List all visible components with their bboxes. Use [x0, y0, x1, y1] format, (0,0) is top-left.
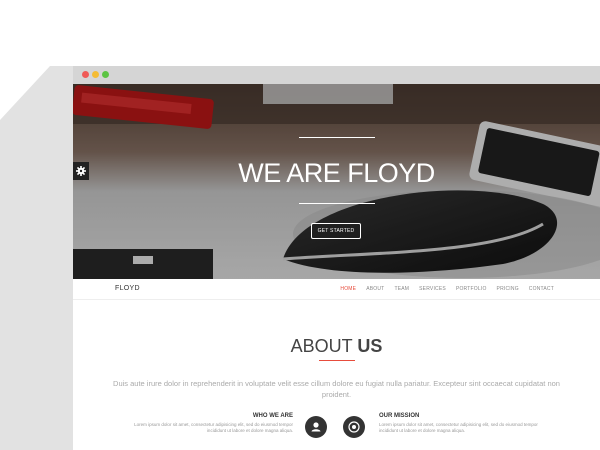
user-icon: [311, 422, 321, 432]
about-heading-light: ABOUT: [290, 336, 353, 356]
about-description: Duis aute irure dolor in reprehenderit i…: [113, 379, 560, 399]
nav-item-pricing[interactable]: PRICING: [497, 286, 519, 292]
who-we-are-column: WHO WE ARE Lorem ipsum dolor sit amet, c…: [133, 413, 293, 434]
main-navbar: FLOYD HOME ABOUT TEAM SERVICES PORTFOLIO…: [73, 279, 600, 300]
settings-toggle[interactable]: [73, 162, 89, 180]
maximize-window-dot[interactable]: [102, 71, 109, 78]
screenshot-stage: WE ARE FLOYD GET STARTED FLOYD HOME ABOU…: [0, 0, 600, 450]
hero-section: WE ARE FLOYD GET STARTED: [73, 84, 600, 279]
minimize-window-dot[interactable]: [92, 71, 99, 78]
hero-title: WE ARE FLOYD: [238, 158, 435, 188]
our-mission-column: OUR MISSION Lorem ipsum dolor sit amet, …: [379, 413, 539, 434]
browser-window: WE ARE FLOYD GET STARTED FLOYD HOME ABOU…: [73, 66, 600, 450]
user-icon-badge: [305, 416, 327, 438]
our-mission-text: Lorem ipsum dolor sit amet, consectetur …: [379, 422, 538, 433]
who-we-are-text: Lorem ipsum dolor sit amet, consectetur …: [134, 422, 293, 433]
nav-item-services[interactable]: SERVICES: [419, 286, 446, 292]
nav-item-team[interactable]: TEAM: [394, 286, 409, 292]
browser-titlebar: [73, 66, 600, 84]
close-window-dot[interactable]: [82, 71, 89, 78]
target-icon-badge: [343, 416, 365, 438]
get-started-button[interactable]: GET STARTED: [311, 223, 361, 239]
nav-item-about[interactable]: ABOUT: [366, 286, 384, 292]
hero-top-divider: [299, 137, 375, 138]
nav-item-contact[interactable]: CONTACT: [529, 286, 554, 292]
nav-item-portfolio[interactable]: PORTFOLIO: [456, 286, 487, 292]
nav-menu: HOME ABOUT TEAM SERVICES PORTFOLIO PRICI…: [340, 286, 554, 292]
about-heading: ABOUT US: [73, 336, 600, 357]
gear-icon: [76, 166, 86, 176]
brand-logo[interactable]: FLOYD: [115, 285, 140, 292]
who-we-are-title: WHO WE ARE: [252, 413, 293, 419]
about-heading-underline: [319, 360, 355, 361]
hero-bottom-divider: [299, 203, 375, 204]
about-section: ABOUT US Duis aute irure dolor in repreh…: [73, 300, 600, 450]
about-heading-bold: US: [357, 336, 383, 356]
our-mission-title: OUR MISSION: [379, 413, 420, 419]
target-icon: [348, 421, 360, 433]
nav-item-home[interactable]: HOME: [340, 286, 356, 292]
